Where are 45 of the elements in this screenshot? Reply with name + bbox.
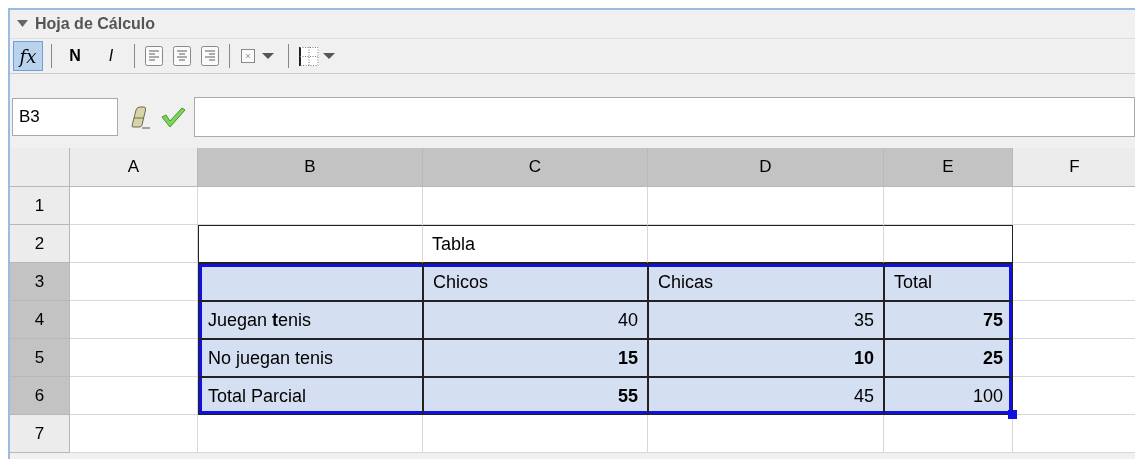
table-cell[interactable]: 40 bbox=[423, 301, 648, 339]
row-header[interactable]: 7 bbox=[10, 415, 70, 453]
formula-input-field[interactable] bbox=[194, 97, 1135, 137]
table-cell[interactable] bbox=[198, 263, 423, 301]
table-cell[interactable]: 45 bbox=[648, 377, 884, 415]
table-cell[interactable]: 55 bbox=[423, 377, 648, 415]
table-cell[interactable]: Chicos bbox=[423, 263, 648, 301]
panel-title: Hoja de Cálculo bbox=[35, 15, 156, 33]
table-cell[interactable]: 10 bbox=[648, 339, 884, 377]
row-header[interactable]: 4 bbox=[10, 301, 70, 339]
row-header[interactable]: 2 bbox=[10, 225, 70, 263]
column-header[interactable]: B bbox=[198, 148, 423, 187]
row-header[interactable]: 3 bbox=[10, 263, 70, 301]
table-cell[interactable]: Chicas bbox=[648, 263, 884, 301]
bold-button[interactable]: N bbox=[60, 41, 90, 71]
table-cell[interactable]: Total Parcial bbox=[198, 377, 423, 415]
column-header[interactable]: F bbox=[1013, 148, 1135, 187]
table-cell[interactable]: 75 bbox=[884, 301, 1013, 339]
column-header[interactable]: A bbox=[70, 148, 198, 187]
table-cell[interactable]: Total bbox=[884, 263, 1013, 301]
formula-input-toggle[interactable]: fx bbox=[13, 41, 43, 71]
column-header[interactable]: D bbox=[648, 148, 884, 187]
table-cell[interactable]: 15 bbox=[423, 339, 648, 377]
checkmark-icon[interactable] bbox=[160, 105, 186, 129]
align-center-icon[interactable] bbox=[171, 44, 193, 68]
table-cell[interactable]: Juegan tenis bbox=[198, 301, 423, 339]
table-cell[interactable]: No juegan tenis bbox=[198, 339, 423, 377]
select-all-corner[interactable] bbox=[10, 148, 70, 187]
table-cell[interactable]: Tabla bbox=[423, 225, 648, 263]
column-header[interactable]: C bbox=[423, 148, 648, 187]
table-cell[interactable] bbox=[648, 225, 884, 263]
cell-name-field[interactable]: B3 bbox=[12, 98, 118, 136]
collapse-triangle-icon[interactable] bbox=[17, 20, 28, 28]
column-header[interactable]: E bbox=[884, 148, 1013, 187]
table-cell[interactable]: 35 bbox=[648, 301, 884, 339]
fill-handle[interactable] bbox=[1008, 410, 1017, 419]
align-right-icon[interactable] bbox=[199, 44, 221, 68]
row-header[interactable]: 6 bbox=[10, 377, 70, 415]
row-header[interactable]: 1 bbox=[10, 187, 70, 225]
table-cell[interactable]: 25 bbox=[884, 339, 1013, 377]
table-cell[interactable] bbox=[884, 225, 1013, 263]
italic-button[interactable]: I bbox=[96, 41, 126, 71]
align-left-icon[interactable] bbox=[143, 44, 165, 68]
table-cell[interactable] bbox=[198, 225, 423, 263]
row-header[interactable]: 5 bbox=[10, 339, 70, 377]
